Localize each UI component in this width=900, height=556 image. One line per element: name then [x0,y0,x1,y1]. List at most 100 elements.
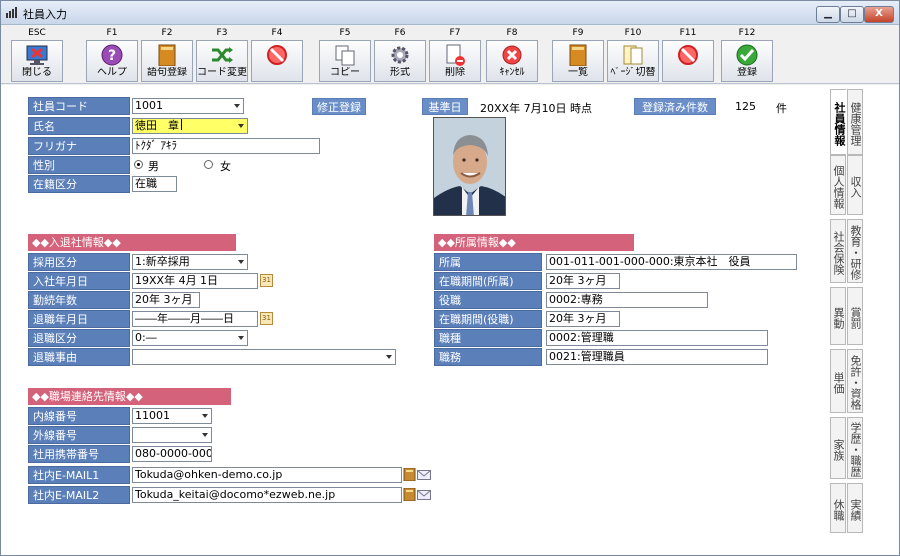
email1-book-icon[interactable] [403,468,417,481]
toolbar-button-label: コード変更 [197,67,247,78]
delete-icon [446,44,465,66]
tab-3-left[interactable]: 社会保険 [830,219,846,283]
fkey-label-f9: F9 [572,28,584,38]
tab-6-right[interactable]: 学歴・職歴 [847,417,863,479]
fkey-label-f7: F7 [449,28,461,38]
toolbar-button-label: 登録 [737,67,757,78]
tab-7-left[interactable]: 休職 [830,483,846,533]
toolbar-button-f4[interactable] [251,40,303,82]
employee-code-select[interactable]: 1001 [132,98,244,114]
fkey-label-f12: F12 [738,28,756,38]
toolbar-button-f10[interactable]: ﾍﾟｰｼﾞ切替 [607,40,659,82]
status-label: 在籍区分 [28,175,130,193]
main-form: 社員コード 1001 修正登録 基準日 20XX年 7月10日 時点 登録済み件… [1,85,899,555]
ext-select[interactable]: 11001 [132,408,212,424]
disabled-icon [678,45,698,65]
toolbar-button-f12[interactable]: 登録 [721,40,773,82]
gender-female-radio[interactable] [204,160,213,169]
tab-5-left[interactable]: 単価 [830,349,846,413]
retire-reason-label: 退職事由 [28,348,130,366]
name-input[interactable]: 徳田 章 [132,118,248,134]
toolbar-button-label: 閉じる [22,67,52,78]
fkey-label-f11: F11 [679,28,697,38]
fkey-label-f10: F10 [624,28,642,38]
toolbar-button-f3[interactable]: コード変更 [196,40,248,82]
base-date-value: 20XX年 7月10日 時点 [480,102,593,115]
tab-4-left[interactable]: 異動 [830,287,846,345]
tab-2-right[interactable]: 収入 [847,155,863,215]
retire-date-label: 退職年月日 [28,310,130,328]
base-date-label: 基準日 [422,98,468,115]
status-input[interactable]: 在職 [132,176,177,192]
position-period-label: 在職期間(役職) [434,310,542,328]
dept-value[interactable]: 001-011-001-000-000:東京本社 役員 [546,254,797,270]
affiliation-section-header: ◆◆所属情報◆◆ [434,234,634,251]
name-value: 徳田 章 [135,119,179,132]
svg-text:?: ? [108,48,116,64]
toolbar-button-f11[interactable] [662,40,714,82]
tab-4-right[interactable]: 賞罰 [847,287,863,345]
tenure-label: 勤続年数 [28,291,130,309]
title-bar: 社員入力 ▁ □ X [1,1,899,25]
mobile-input[interactable]: 080-0000-0000 [132,446,212,462]
toolbar-button-f5[interactable]: コピー [319,40,371,82]
tab-3-right[interactable]: 教育・研修 [847,219,863,283]
tab-1-right[interactable]: 健康管理 [847,89,863,155]
hire-date-label: 入社年月日 [28,272,130,290]
fkey-label-f5: F5 [339,28,351,38]
toolbar-button-label: コピー [330,67,360,78]
email1-input[interactable]: Tokuda@ohken-demo.co.jp [132,467,402,483]
job-type-value[interactable]: 0002:管理職 [546,330,768,346]
tab-6-left[interactable]: 家族 [830,417,846,479]
email1-mail-icon[interactable] [417,468,431,481]
email2-mail-icon[interactable] [417,488,431,501]
retire-date-input[interactable]: ――年――月――日 [132,311,258,327]
tab-2-left[interactable]: 個人情報 [830,155,846,215]
maximize-button[interactable]: □ [840,6,864,23]
shuffle-icon [212,47,233,63]
email2-book-icon[interactable] [403,488,417,501]
fkey-label-esc: ESC [28,28,46,38]
close-window-button[interactable]: X [864,6,894,23]
email2-input[interactable]: Tokuda_keitai@docomo*ezweb.ne.jp [132,487,402,503]
retire-type-select[interactable]: 0:― [132,330,248,346]
outside-select[interactable] [132,427,212,443]
email2-label: 社内E-MAIL2 [28,486,130,504]
toolbar-button-f9[interactable]: 一覧 [552,40,604,82]
retire-date-calendar-icon[interactable]: 31 [260,312,273,325]
toolbar-button-f7[interactable]: 削除 [429,40,481,82]
fkey-label-f8: F8 [506,28,518,38]
toolbar-button-f6[interactable]: 形式 [374,40,426,82]
hire-type-value: 1:新卒採用 [135,255,190,268]
position-value[interactable]: 0002:専務 [546,292,708,308]
registered-count-unit: 件 [776,102,787,115]
retire-reason-select[interactable] [132,349,396,365]
toolbar-button-label: 削除 [445,67,465,78]
minimize-button[interactable]: ▁ [816,6,840,23]
contact-section-header: ◆◆職場連絡先情報◆◆ [28,388,231,405]
gender-male-radio[interactable] [134,160,143,169]
toolbar-button-f1[interactable]: ? ヘルプ [86,40,138,82]
book-icon [158,44,176,66]
registered-count: 125 [735,100,756,113]
toolbar-button-f2[interactable]: 語句登録 [141,40,193,82]
hire-type-select[interactable]: 1:新卒採用 [132,254,248,270]
dept-label: 所属 [434,253,542,271]
toolbar-button-f8[interactable]: ｷｬﾝｾﾙ [486,40,538,82]
toolbar-button-label: ｷｬﾝｾﾙ [499,67,525,78]
tab-1-left[interactable]: 社員情報 [830,89,846,155]
tab-7-right[interactable]: 実績 [847,483,863,533]
fkey-label-f1: F1 [106,28,118,38]
toolbar-button-label: 語句登録 [147,67,187,78]
furigana-input[interactable]: ﾄｸﾀﾞ ｱｷﾗ [132,138,320,154]
hire-date-input[interactable]: 19XX年 4月 1日 [132,273,258,289]
tab-5-right[interactable]: 免許・資格 [847,349,863,413]
dept-period-value: 20年 3ヶ月 [546,273,620,289]
hire-date-calendar-icon[interactable]: 31 [260,274,273,287]
toolbar-button-label: ﾍﾟｰｼﾞ切替 [610,67,656,78]
edit-mode-badge: 修正登録 [312,98,366,115]
page-switch-icon [623,45,643,65]
toolbar-button-esc[interactable]: 閉じる [11,40,63,82]
toolbar-button-label: ヘルプ [97,67,127,78]
duty-value[interactable]: 0021:管理職員 [546,349,768,365]
